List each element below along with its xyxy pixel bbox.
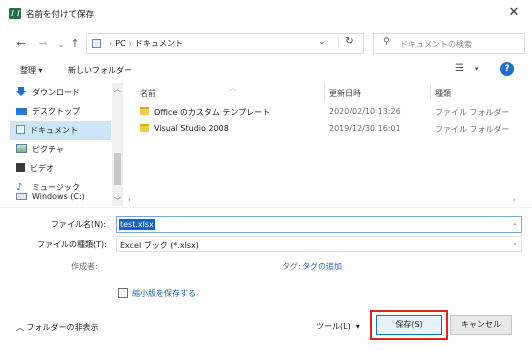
download-icon [16,87,27,96]
chevron-up-icon: ︿ [16,323,27,332]
forward-arrow-icon[interactable]: → [36,37,50,51]
file-name: Visual Studio 2008 [154,124,229,133]
help-icon[interactable]: ? [500,62,514,76]
address-bar[interactable]: › PC › ドキュメント ⌄ ↻ [86,33,364,54]
breadcrumb-separator: › [128,39,132,48]
scroll-right-chevron-icon[interactable]: › [513,196,516,204]
scroll-down-chevron-icon[interactable]: ﹀ [112,196,123,206]
view-options-icon[interactable]: ☰ [455,63,464,74]
save-thumbnail-label[interactable]: 縮小版を保存する [132,288,196,299]
file-type: ファイル フォルダー [435,125,510,134]
nav-item-pictures[interactable]: ピクチャ [10,140,111,159]
filename-field[interactable]: test.xlsx ⌄ [116,216,522,233]
nav-item-label: ドキュメント [30,126,78,135]
filetype-dropdown-chevron-icon[interactable]: ⌄ [512,239,518,247]
hide-folders-label: フォルダーの非表示 [26,323,99,332]
close-button[interactable]: ✕ [502,4,526,22]
scroll-left-chevron-icon[interactable]: ‹ [128,196,131,204]
videos-icon [16,163,25,172]
column-divider[interactable] [430,84,431,100]
excel-app-icon [9,8,21,19]
nav-item-label: ダウンロード [32,88,80,97]
new-folder-button[interactable]: 新しいフォルダー [68,65,132,76]
sort-ascending-icon: ︿ [229,84,236,92]
file-date: 2020/02/10 13:26 [329,107,401,116]
view-dropdown-chevron-icon[interactable]: ▾ [475,65,479,73]
nav-item-windows-c[interactable]: Windows (C:) [10,187,111,206]
nav-item-label: デスクトップ [32,107,80,116]
nav-item-documents[interactable]: ドキュメント [10,121,111,140]
breadcrumb-separator: › [109,39,113,48]
navigation-pane: ダウンロード デスクトップ ドキュメント ピクチャ ビデオ ♪ ミュージック Wi… [10,83,123,206]
search-input[interactable]: ⚲ ドキュメントの検索 [373,33,525,54]
desktop-icon [16,108,27,115]
folder-icon [140,124,149,132]
filetype-value: Excel ブック (*.xlsx) [120,241,199,250]
drive-icon [16,193,27,200]
column-header-name[interactable]: 名前 [140,88,156,99]
filename-dropdown-chevron-icon[interactable]: ⌄ [512,219,518,227]
back-arrow-icon[interactable]: ← [14,37,28,51]
organize-button[interactable]: 整理 ▾ [20,65,43,76]
author-label: 作成者: [71,262,98,271]
filename-value: test.xlsx [119,219,155,230]
filetype-select[interactable]: Excel ブック (*.xlsx) ⌄ [116,236,522,252]
save-thumbnail-checkbox[interactable] [118,288,128,298]
file-row[interactable]: Office のカスタム テンプレート 2020/02/10 13:26 ファイ… [128,104,518,121]
tools-dropdown-icon: ▾ [350,322,360,331]
file-type: ファイル フォルダー [435,108,510,117]
nav-item-label: ビデオ [30,164,54,173]
save-button[interactable]: 保存(S) [376,315,442,335]
scroll-up-chevron-icon[interactable]: ︿ [112,84,123,94]
search-icon: ⚲ [383,37,390,47]
filetype-label: ファイルの種類(T): [37,240,107,249]
column-header-type[interactable]: 種類 [435,88,451,99]
window-title: 名前を付けて保存 [26,10,95,20]
scroll-thumb[interactable] [114,153,121,185]
file-list-horizontal-scrollbar[interactable] [125,196,524,207]
column-header-date[interactable]: 更新日時 [329,88,361,99]
tools-menu-button[interactable]: ツール(L) ▾ [316,321,360,332]
pc-icon [92,39,101,48]
refresh-icon[interactable]: ↻ [338,36,360,51]
file-date: 2019/12/30 16:01 [329,124,401,133]
tools-label: ツール(L) [316,322,351,331]
address-dropdown-chevron-icon[interactable]: ⌄ [318,37,326,47]
nav-item-label: ピクチャ [32,145,64,154]
filename-label: ファイル名(N): [51,220,106,229]
file-name: Office のカスタム テンプレート [154,108,271,117]
nav-pane-scrollbar[interactable] [112,83,123,206]
up-arrow-icon[interactable]: ↑ [69,37,81,51]
column-divider[interactable] [324,84,325,100]
breadcrumb: › PC › ドキュメント [106,38,183,49]
nav-item-label: Windows (C:) [32,192,85,201]
recent-locations-chevron-icon[interactable]: ⌄ [56,38,66,52]
nav-item-desktop[interactable]: デスクトップ [10,102,111,121]
search-placeholder: ドキュメントの検索 [400,40,472,49]
breadcrumb-documents[interactable]: ドキュメント [135,39,183,48]
tags-label: タグ: [282,262,301,271]
cancel-button[interactable]: キャンセル [450,315,512,335]
folder-icon [140,107,149,115]
nav-item-downloads[interactable]: ダウンロード [10,83,111,102]
file-row[interactable]: Visual Studio 2008 2019/12/30 16:01 ファイル… [128,121,518,138]
nav-item-videos[interactable]: ビデオ [10,159,111,178]
pictures-icon [16,144,27,153]
documents-icon [16,125,25,134]
hide-folders-toggle[interactable]: ︿ フォルダーの非表示 [16,322,99,333]
breadcrumb-pc[interactable]: PC [115,39,125,48]
add-tag-link[interactable]: タグの追加 [302,261,342,272]
